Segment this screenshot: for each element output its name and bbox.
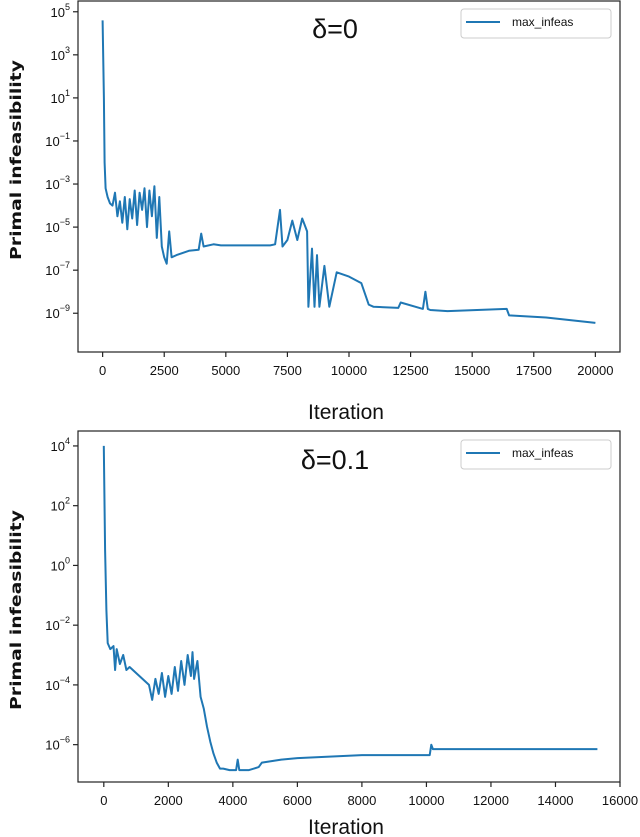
y-ticks: 104 102 100 10−2 10−4 10−6 (45, 436, 78, 753)
y-axis-title: Primal infeasibility (7, 510, 25, 710)
plot-frame (77, 430, 621, 783)
legend-label: max_infeas (512, 446, 573, 460)
y-tick-label: 10−1 (45, 131, 70, 149)
x-tick-label: 10000 (408, 793, 444, 808)
panel-title: δ=0.1 (301, 445, 369, 475)
x-tick-label: 12000 (473, 793, 509, 808)
plot-frame (77, 0, 621, 353)
x-tick-label: 17500 (516, 363, 552, 378)
x-tick-label: 2500 (150, 363, 179, 378)
y-ticks: 105 103 101 10−1 10−3 10−5 10−7 10−9 (45, 2, 78, 321)
legend-label: max_infeas (512, 15, 573, 29)
legend: max_infeas (460, 8, 612, 39)
y-tick-label: 102 (51, 496, 70, 514)
legend: max_infeas (460, 439, 612, 470)
y-tick-label: 103 (51, 45, 70, 63)
x-tick-label: 7500 (273, 363, 302, 378)
x-tick-label: 12500 (393, 363, 429, 378)
y-tick-label: 105 (51, 2, 70, 20)
x-tick-label: 14000 (537, 793, 573, 808)
x-ticks: 0 2500 5000 7500 10000 12500 15000 17500 20000 (99, 352, 613, 378)
x-tick-label: 4000 (218, 793, 247, 808)
x-ticks: 0 2000 4000 6000 8000 10000 12000 14000 16000 (100, 782, 638, 808)
x-tick-label: 10000 (331, 363, 367, 378)
chart-panel-delta-0.1: 0 2000 4000 6000 8000 10000 12000 14000 16000 10… (7, 430, 638, 837)
x-tick-label: 5000 (211, 363, 240, 378)
y-axis-title: Primal infeasibility (7, 60, 25, 260)
x-tick-label: 0 (100, 793, 107, 808)
y-tick-label: 10−7 (45, 260, 70, 278)
y-tick-label: 101 (51, 88, 70, 106)
y-tick-label: 100 (51, 555, 70, 573)
x-tick-label: 2000 (154, 793, 183, 808)
y-tick-label: 10−5 (45, 217, 70, 235)
y-tick-label: 10−6 (45, 735, 70, 753)
y-tick-label: 10−3 (45, 174, 70, 192)
x-tick-label: 6000 (283, 793, 312, 808)
x-tick-label: 16000 (602, 793, 638, 808)
y-tick-label: 10−2 (45, 615, 70, 633)
y-tick-label: 104 (51, 436, 70, 454)
x-axis-title: Iteration (308, 401, 384, 424)
x-tick-label: 15000 (454, 363, 490, 378)
figure: 0 2500 5000 7500 10000 12500 15000 17500 20000 1… (7, 0, 638, 837)
y-tick-label: 10−9 (45, 303, 70, 321)
x-axis-title: Iteration (308, 816, 384, 837)
x-tick-label: 0 (99, 363, 106, 378)
chart-panel-delta-0: 0 2500 5000 7500 10000 12500 15000 17500 20000 1… (7, 0, 621, 424)
panel-title: δ=0 (312, 14, 358, 44)
x-tick-label: 20000 (577, 363, 613, 378)
y-tick-label: 10−4 (45, 675, 70, 693)
x-tick-label: 8000 (347, 793, 376, 808)
